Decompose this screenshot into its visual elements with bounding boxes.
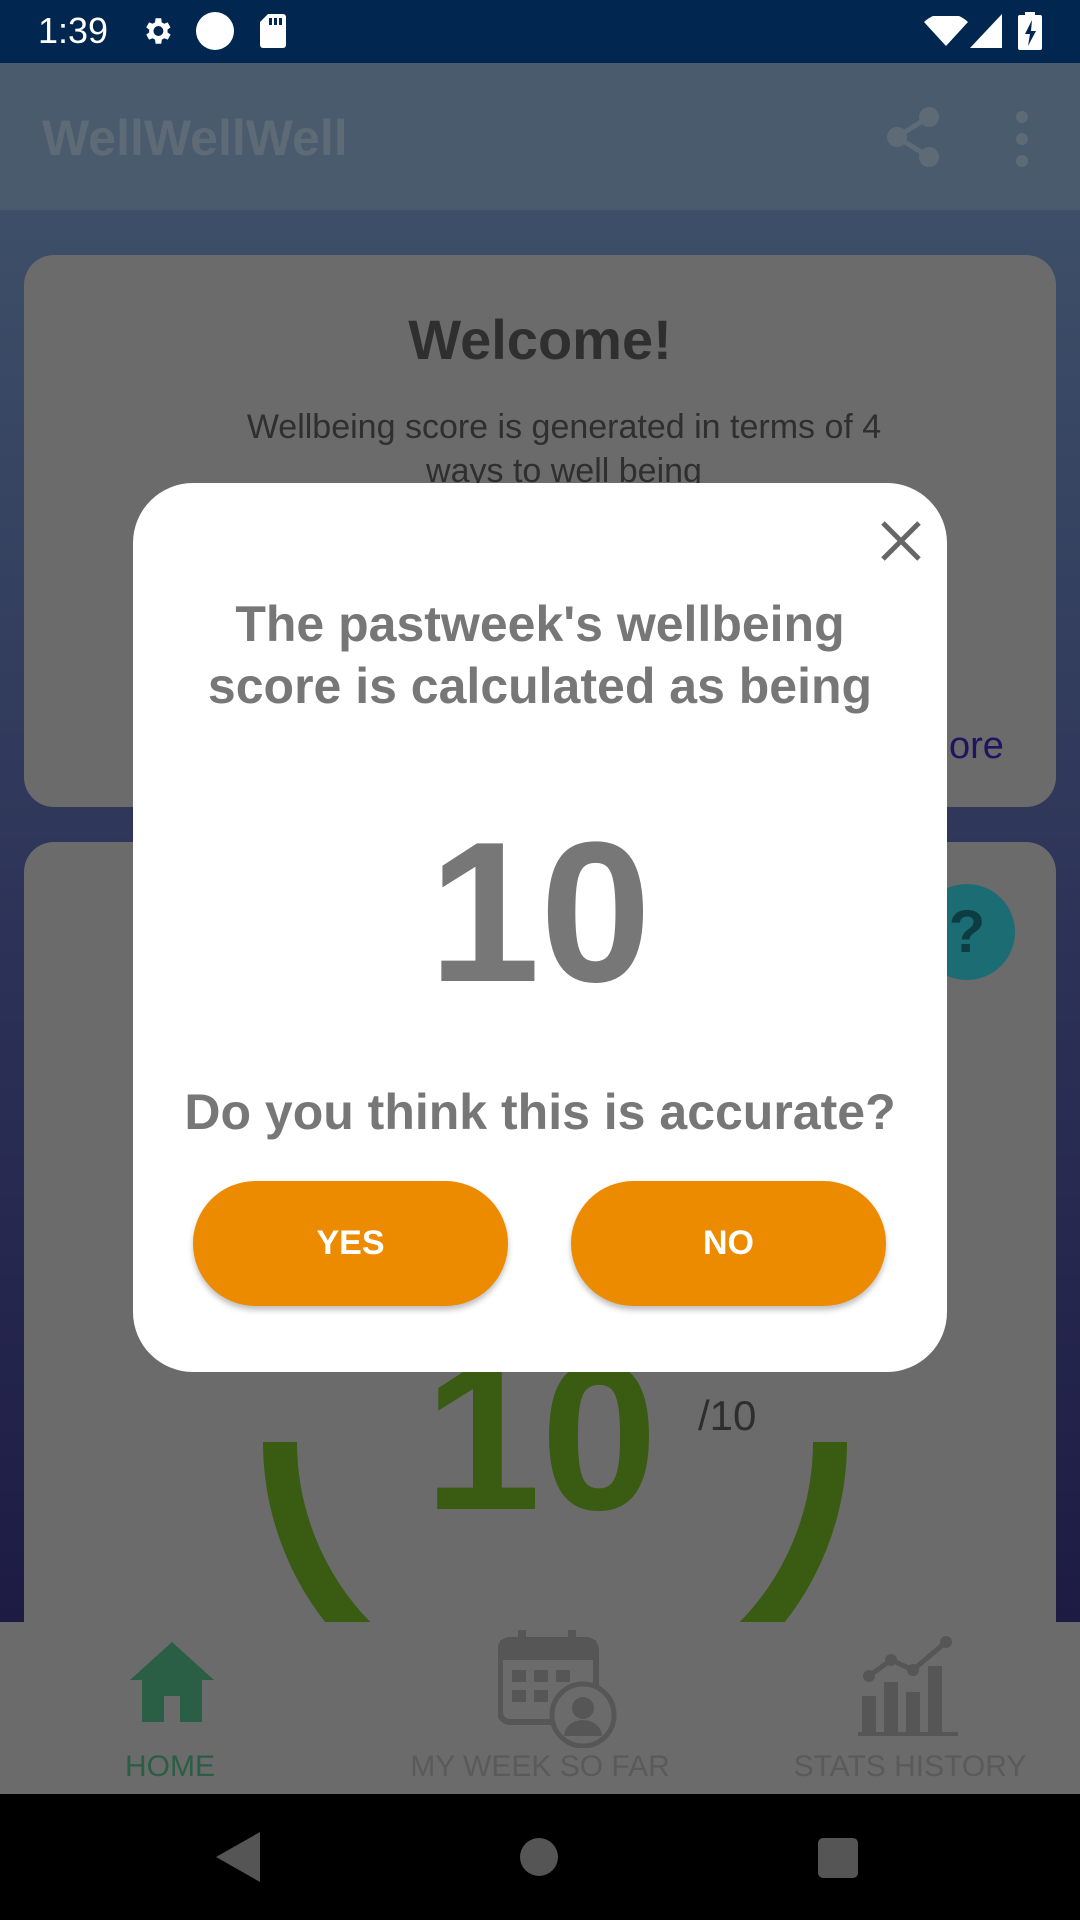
bottom-navigation: HOME MY WEEK SO FAR STATS HISTORY	[0, 1622, 1080, 1794]
wifi-icon	[924, 16, 968, 46]
gear-icon	[146, 18, 171, 44]
close-icon[interactable]	[873, 513, 929, 569]
sd-card-icon	[260, 14, 286, 48]
chart-icon	[858, 1636, 958, 1736]
dialog-score: 10	[428, 801, 652, 1024]
app-bar: WellWellWell	[0, 63, 1080, 210]
screen: 1:39 WellWellWell Welcome! Wellbeing sco…	[0, 0, 1080, 1920]
nav-item-stats-history[interactable]: STATS HISTORY	[770, 1622, 1050, 1794]
learn-more-link[interactable]: ore	[949, 725, 1004, 768]
status-time: 1:39	[38, 10, 109, 51]
welcome-text: Wellbeing score is generated in terms of…	[246, 408, 882, 490]
nav-item-label: HOME	[125, 1750, 215, 1783]
app-title: WellWellWell	[42, 110, 348, 166]
background-score-out-of: /10	[698, 1392, 757, 1439]
no-button[interactable]: NO	[571, 1181, 886, 1306]
nav-item-home[interactable]: HOME	[60, 1622, 280, 1794]
more-vert-icon[interactable]	[1008, 109, 1036, 169]
status-bar: 1:39	[0, 0, 1080, 63]
dialog-message: The pastweek's wellbeing score is calcul…	[207, 596, 873, 714]
dialog-question: Do you think this is accurate?	[184, 1084, 896, 1140]
nav-item-my-week[interactable]: MY WEEK SO FAR	[395, 1622, 685, 1794]
share-icon[interactable]	[885, 107, 941, 167]
system-navigation-bar	[0, 1794, 1080, 1920]
score-dialog: The pastweek's wellbeing score is calcul…	[133, 483, 947, 1372]
calendar-person-icon	[498, 1630, 617, 1748]
battery-charging-icon	[1018, 12, 1042, 50]
recents-square-icon[interactable]	[818, 1838, 858, 1878]
signal-icon	[970, 14, 1002, 48]
back-icon[interactable]	[216, 1832, 260, 1882]
yes-button[interactable]: YES	[193, 1181, 508, 1306]
home-icon	[130, 1642, 214, 1722]
circle-icon	[196, 12, 234, 50]
svg-text:?: ?	[949, 898, 986, 965]
home-circle-icon[interactable]	[520, 1838, 558, 1876]
welcome-title: Welcome!	[408, 308, 672, 371]
nav-item-label: STATS HISTORY	[793, 1750, 1027, 1783]
nav-item-label: MY WEEK SO FAR	[410, 1750, 670, 1783]
